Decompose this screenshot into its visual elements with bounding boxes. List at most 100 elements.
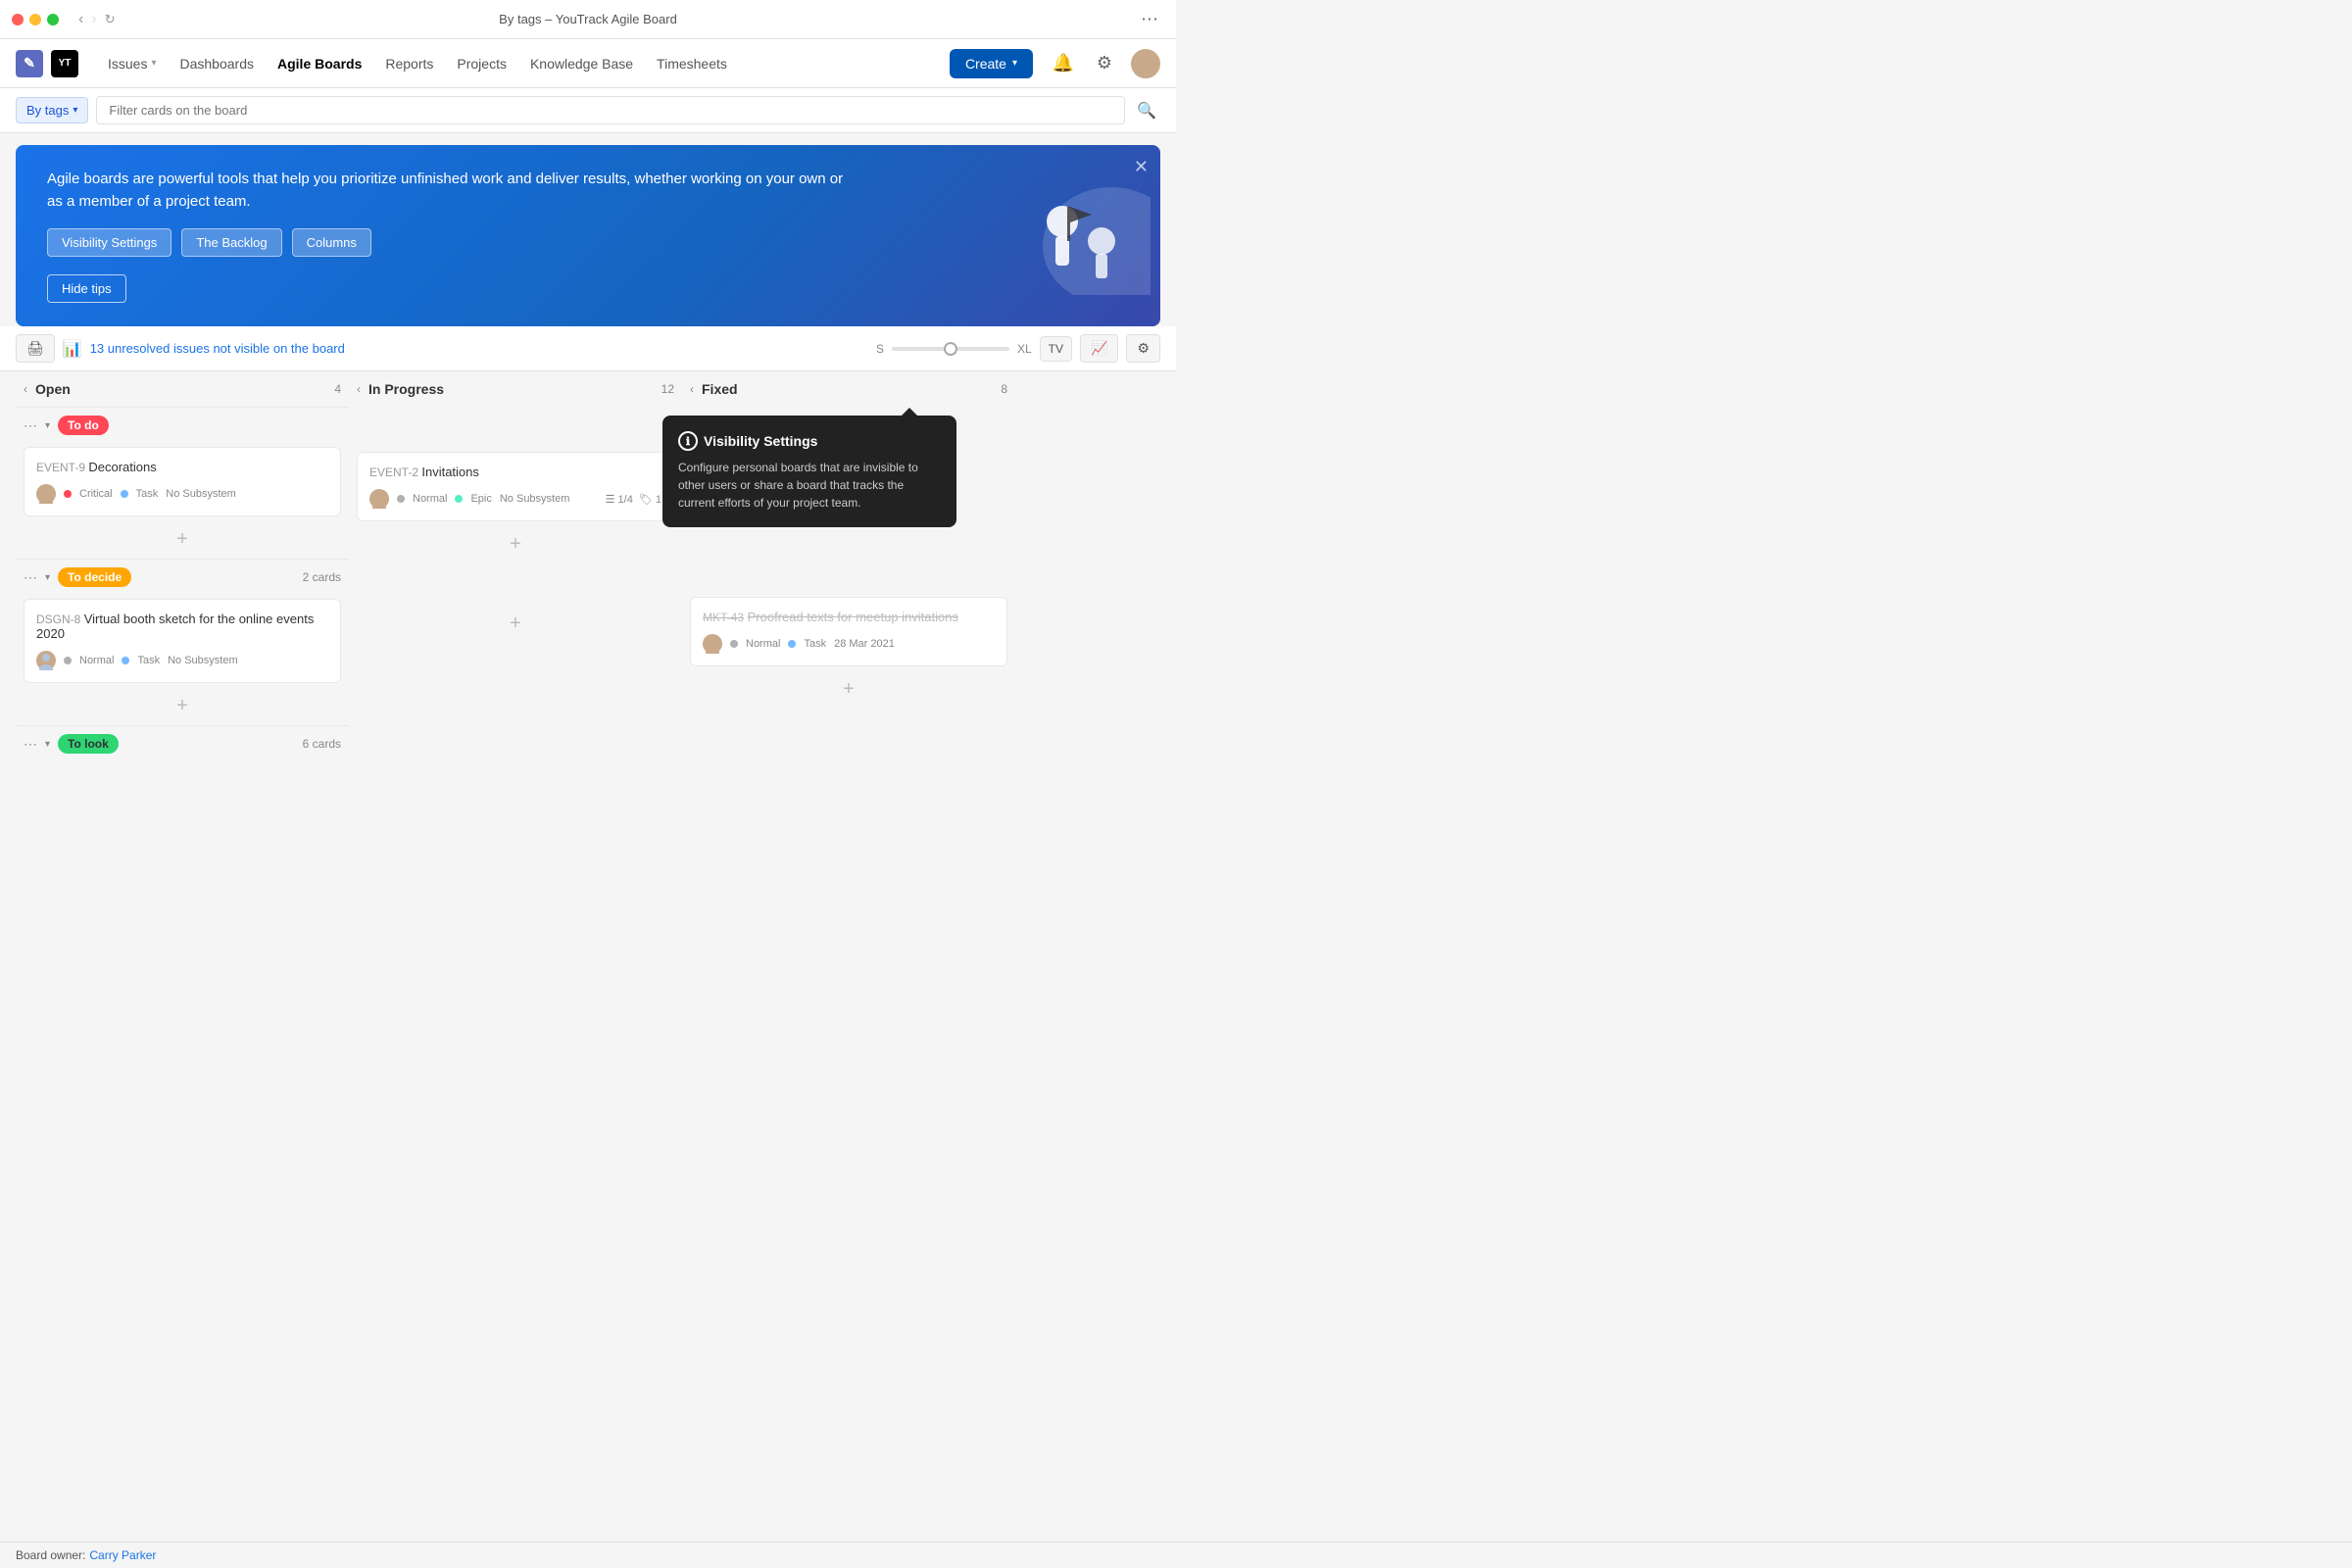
add-card-button[interactable]: +	[357, 529, 674, 560]
priority-text: Normal	[79, 655, 114, 666]
column-fixed-header: ‹ Fixed 8	[682, 371, 1015, 407]
swimlane-todo-inprogress: EVENT-2 Invitations Normal Epic No Subsy…	[349, 407, 682, 564]
nav-item-dashboards[interactable]: Dashboards	[171, 50, 265, 77]
create-button[interactable]: Create ▾	[950, 49, 1033, 78]
more-button[interactable]: ⋯	[1141, 9, 1160, 29]
swimlane-look-tag: To look	[58, 734, 119, 754]
settings-button[interactable]: ⚙	[1090, 49, 1119, 78]
card-meta: Normal Task 28 Mar 2021	[703, 634, 995, 654]
priority-dot	[730, 640, 738, 648]
slider-max-label: XL	[1017, 342, 1032, 356]
card-event2[interactable]: EVENT-2 Invitations Normal Epic No Subsy…	[357, 452, 674, 521]
card-id: MKT-43	[703, 611, 744, 624]
status-bar: Board owner: Carry Parker	[0, 1542, 2352, 1568]
swimlane-decide-fixed: MKT-43 Proofread texts for meetup invita…	[682, 593, 1015, 709]
window-top-bar: ‹ › ↻ By tags – YouTrack Agile Board ⋯	[0, 0, 1176, 39]
tooltip-title: ℹ Visibility Settings	[678, 431, 941, 451]
card-title: Invitations	[421, 465, 479, 479]
column-toggle-icon[interactable]: ‹	[24, 382, 27, 396]
column-open-title: Open	[35, 381, 71, 397]
swimlane-menu-icon[interactable]: ⋯	[24, 569, 37, 586]
priority-dot	[64, 490, 72, 498]
maximize-button[interactable]	[47, 14, 59, 25]
priority-text: Normal	[413, 493, 447, 505]
minimize-button[interactable]	[29, 14, 41, 25]
graph-view-button[interactable]: 📈	[1080, 334, 1118, 363]
card-col-decide-fixed: MKT-43 Proofread texts for meetup invita…	[682, 593, 1015, 709]
nav-item-timesheets[interactable]: Timesheets	[647, 50, 737, 77]
type-dot	[455, 495, 463, 503]
forward-button[interactable]: ›	[91, 11, 96, 28]
chevron-down-icon: ▾	[151, 58, 156, 69]
card-dsgn8[interactable]: DSGN-8 Virtual booth sketch for the onli…	[24, 599, 341, 683]
swimlane-toggle-icon[interactable]: ▾	[45, 420, 50, 431]
refresh-button[interactable]: ↻	[105, 11, 116, 28]
filter-input[interactable]	[96, 96, 1125, 124]
type-dot	[122, 657, 129, 664]
type-text: Task	[136, 488, 159, 500]
add-card-button[interactable]: +	[24, 691, 341, 721]
checklist-indicator: ☰ 1/4	[606, 493, 633, 506]
card-id: EVENT-9	[36, 461, 88, 474]
board-toolbar: 🖨 📊 13 unresolved issues not visible on …	[0, 326, 1176, 371]
swimlane-menu-icon[interactable]: ⋯	[24, 417, 37, 434]
notifications-button[interactable]: 🔔	[1049, 49, 1078, 78]
nav-item-knowledge-base[interactable]: Knowledge Base	[520, 50, 643, 77]
nav-item-agile-boards[interactable]: Agile Boards	[268, 50, 371, 77]
board-area: ‹ Open 4 ⋯ ▾ To do EVENT-9 Decorations	[0, 371, 1176, 822]
board-owner-link[interactable]: Carry Parker	[89, 1548, 156, 1562]
nav-arrows: ‹ › ↻	[78, 11, 116, 28]
visibility-settings-tooltip: ℹ Visibility Settings Configure personal…	[662, 416, 956, 527]
hide-tips-button[interactable]: Hide tips	[47, 274, 126, 303]
column-toggle-icon[interactable]: ‹	[690, 382, 694, 396]
add-card-button[interactable]: +	[24, 524, 341, 555]
column-inprogress-header: ‹ In Progress 12	[349, 371, 682, 407]
priority-text: Normal	[746, 638, 780, 650]
column-toggle-icon[interactable]: ‹	[357, 382, 361, 396]
priority-dot	[397, 495, 405, 503]
user-avatar[interactable]	[1131, 49, 1160, 78]
window-title: By tags – YouTrack Agile Board	[499, 12, 677, 26]
chevron-down-icon: ▾	[73, 105, 77, 116]
swimlane-menu-icon[interactable]: ⋯	[24, 736, 37, 753]
column-inprogress-count: 12	[662, 382, 674, 396]
nav-item-reports[interactable]: Reports	[375, 50, 443, 77]
swimlane-look: ⋯ ▾ To look 6 cards	[16, 725, 349, 761]
priority-dot	[64, 657, 72, 664]
search-button[interactable]: 🔍	[1133, 97, 1160, 124]
info-icon: ℹ	[678, 431, 698, 451]
nav-item-issues[interactable]: Issues ▾	[98, 50, 167, 77]
card-mkt43[interactable]: MKT-43 Proofread texts for meetup invita…	[690, 597, 1007, 666]
filter-bar: By tags ▾ 🔍	[0, 88, 1176, 133]
card-col-decide-inprogress: +	[349, 605, 682, 643]
subsystem-text: No Subsystem	[168, 655, 238, 666]
card-col-todo-open: EVENT-9 Decorations Critical Task No Sub…	[16, 443, 349, 559]
add-card-button[interactable]: +	[357, 609, 674, 639]
card-meta: Critical Task No Subsystem	[36, 484, 328, 504]
close-button[interactable]	[12, 14, 24, 25]
card-event9[interactable]: EVENT-9 Decorations Critical Task No Sub…	[24, 447, 341, 516]
by-tags-button[interactable]: By tags ▾	[16, 97, 88, 123]
column-open-header: ‹ Open 4	[16, 371, 349, 407]
back-button[interactable]: ‹	[78, 11, 83, 28]
board-settings-button[interactable]: ⚙	[1126, 334, 1160, 363]
add-card-button[interactable]: +	[690, 674, 1007, 705]
swimlane-toggle-icon[interactable]: ▾	[45, 739, 50, 750]
column-fixed-count: 8	[1001, 382, 1007, 396]
card-size-slider[interactable]	[892, 347, 1009, 351]
card-col-todo-inprogress: EVENT-2 Invitations Normal Epic No Subsy…	[349, 448, 682, 564]
banner-art	[964, 145, 1160, 326]
app-switcher-icon[interactable]: ✎	[16, 50, 43, 77]
swimlane-todo-tag: To do	[58, 416, 109, 435]
navbar: ✎ YT Issues ▾ Dashboards Agile Boards Re…	[0, 39, 1176, 88]
column-open: ‹ Open 4 ⋯ ▾ To do EVENT-9 Decorations	[16, 371, 349, 807]
backlog-button[interactable]: The Backlog	[181, 228, 281, 257]
columns-button[interactable]: Columns	[292, 228, 371, 257]
swimlane-toggle-icon[interactable]: ▾	[45, 572, 50, 583]
printer-button[interactable]: 🖨	[16, 334, 55, 363]
unresolved-issues-link[interactable]: 13 unresolved issues not visible on the …	[90, 341, 345, 356]
nav-item-projects[interactable]: Projects	[447, 50, 516, 77]
youtrack-logo[interactable]: YT	[51, 50, 78, 77]
visibility-settings-button[interactable]: Visibility Settings	[47, 228, 172, 257]
tv-view-button[interactable]: TV	[1040, 336, 1072, 362]
